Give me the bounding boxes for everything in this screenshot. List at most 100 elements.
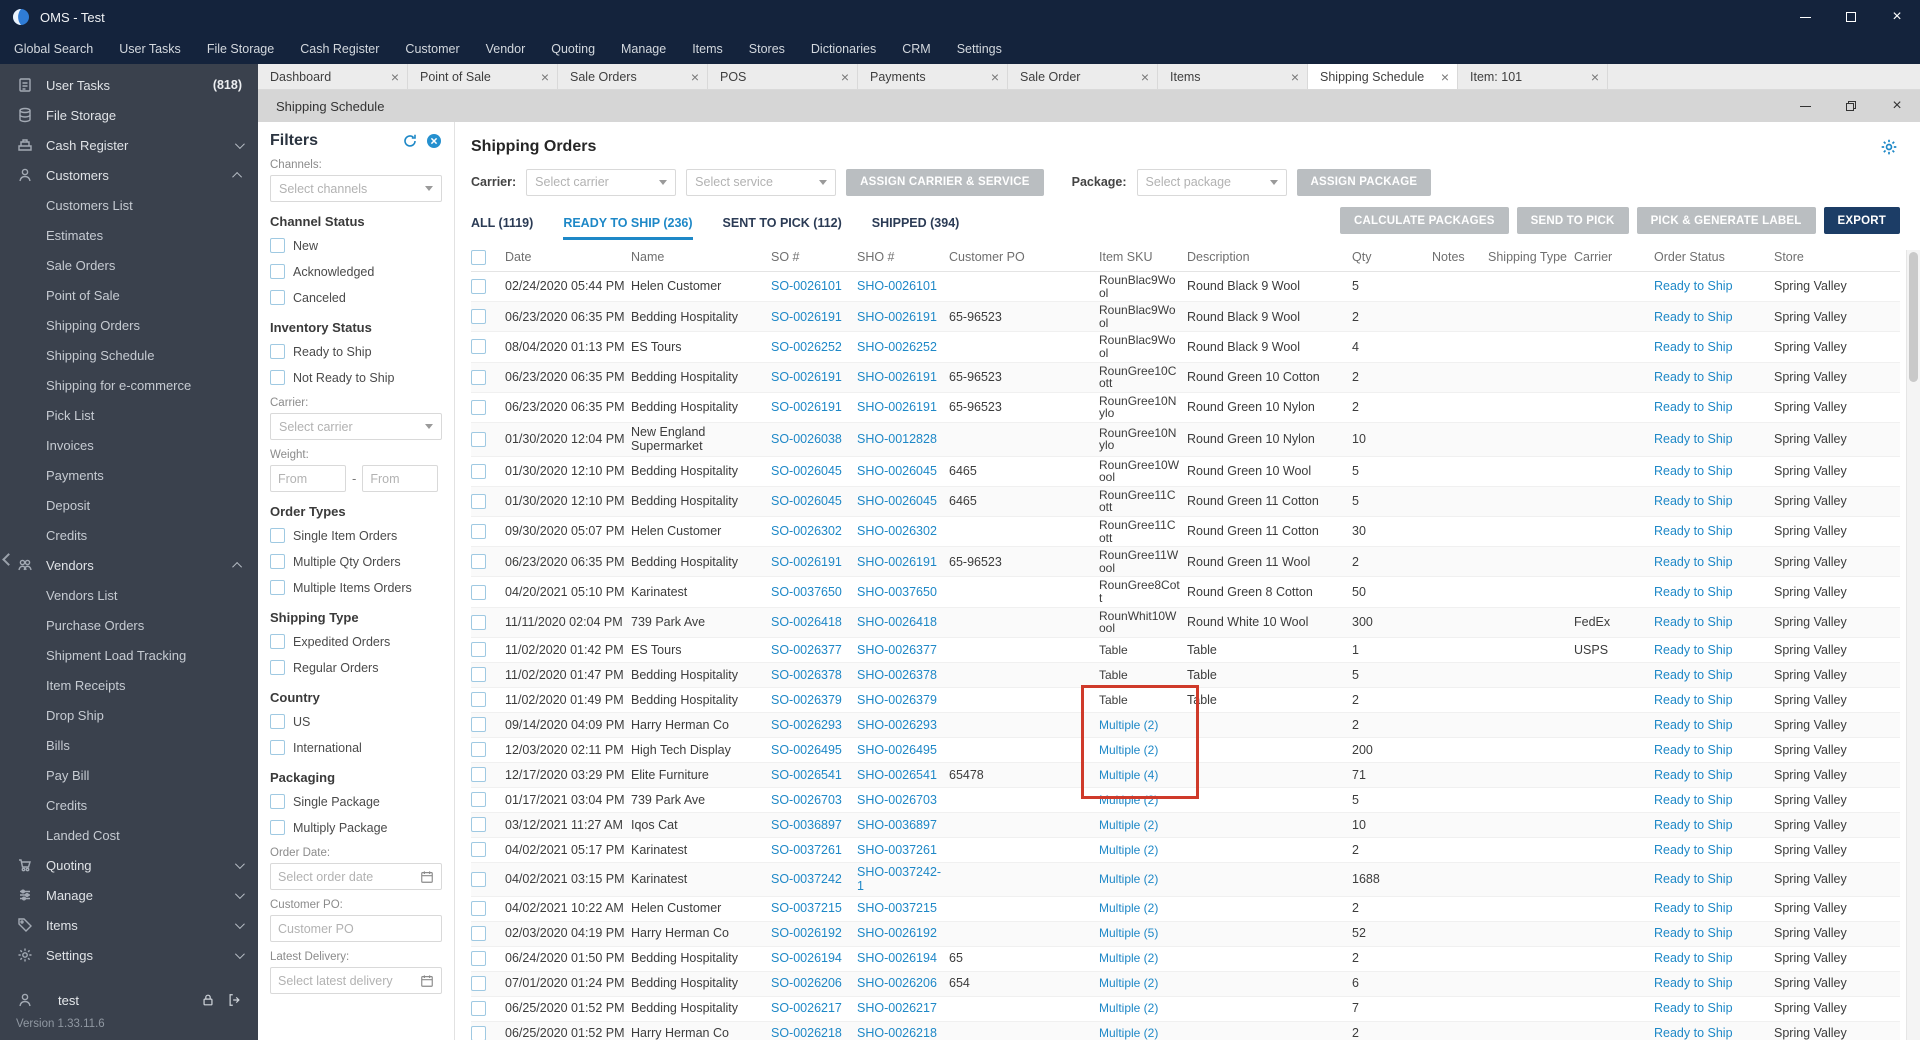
sidebar-item-vendors-list[interactable]: Vendors List (0, 580, 258, 610)
order-status-link[interactable]: Ready to Ship (1654, 494, 1733, 508)
row-checkbox[interactable] (471, 951, 486, 967)
status-tab-shipped-394[interactable]: SHIPPED (394) (872, 216, 960, 240)
filter-date-input-order-date[interactable] (270, 863, 442, 890)
sho-link[interactable]: SHO-0026191 (857, 555, 937, 569)
filter-checkbox-single-package[interactable]: Single Package (270, 791, 442, 812)
so-link[interactable]: SO-0026379 (771, 693, 842, 707)
sidebar-item-credits[interactable]: Credits (0, 520, 258, 550)
order-status-link[interactable]: Ready to Ship (1654, 585, 1733, 599)
refresh-icon[interactable] (402, 133, 418, 149)
order-status-link[interactable]: Ready to Ship (1654, 818, 1733, 832)
inner-minimize-icon[interactable] (1782, 90, 1828, 122)
service-select[interactable]: Select service (686, 168, 837, 196)
sho-link[interactable]: SHO-0026194 (857, 951, 937, 965)
row-checkbox[interactable] (471, 792, 486, 808)
sku-multiple-link[interactable]: Multiple (2) (1099, 1001, 1158, 1015)
scrollbar-thumb[interactable] (1909, 252, 1918, 382)
row-checkbox[interactable] (471, 717, 486, 733)
order-status-link[interactable]: Ready to Ship (1654, 793, 1733, 807)
sku-multiple-link[interactable]: Multiple (2) (1099, 951, 1158, 965)
sku-multiple-link[interactable]: Multiple (2) (1099, 718, 1158, 732)
order-status-link[interactable]: Ready to Ship (1654, 693, 1733, 707)
assign-carrier-service-button[interactable]: ASSIGN CARRIER & SERVICE (846, 168, 1044, 196)
sidebar-item-item-receipts[interactable]: Item Receipts (0, 670, 258, 700)
sho-link[interactable]: SHO-0026218 (857, 1026, 937, 1040)
so-link[interactable]: SO-0026101 (771, 279, 842, 293)
sho-link[interactable]: SHO-0026101 (857, 279, 937, 293)
close-icon[interactable]: × (1874, 0, 1920, 34)
filter-checkbox-not-ready-to-ship[interactable]: Not Ready to Ship (270, 367, 442, 388)
row-checkbox[interactable] (471, 976, 486, 992)
so-link[interactable]: SO-0037650 (771, 585, 842, 599)
checkbox-icon[interactable] (270, 714, 285, 729)
so-link[interactable]: SO-0026206 (771, 976, 842, 990)
sho-link[interactable]: SHO-0036897 (857, 818, 937, 832)
tab-sale-order[interactable]: Sale Order × (1008, 64, 1158, 89)
table-row[interactable]: 01/17/2021 03:04 PM 739 Park Ave SO-0026… (471, 788, 1900, 813)
table-row[interactable]: 12/03/2020 02:11 PM High Tech Display SO… (471, 738, 1900, 763)
table-row[interactable]: 11/02/2020 01:47 PM Bedding Hospitality … (471, 662, 1900, 688)
checkbox-icon[interactable] (270, 634, 285, 649)
column-header-store[interactable]: Store (1774, 248, 1900, 266)
sidebar-item-point-of-sale[interactable]: Point of Sale (0, 280, 258, 310)
checkbox-icon[interactable] (270, 344, 285, 359)
so-link[interactable]: SO-0026703 (771, 793, 842, 807)
menu-item-vendor[interactable]: Vendor (486, 42, 526, 56)
row-checkbox[interactable] (471, 667, 486, 683)
column-header-qty[interactable]: Qty (1352, 248, 1432, 266)
sho-link[interactable]: SHO-0026377 (857, 643, 937, 657)
so-link[interactable]: SO-0026194 (771, 951, 842, 965)
menu-item-file-storage[interactable]: File Storage (207, 42, 274, 56)
so-link[interactable]: SO-0026045 (771, 494, 842, 508)
filter-checkbox-expedited-orders[interactable]: Expedited Orders (270, 631, 442, 652)
sho-link[interactable]: SHO-0026252 (857, 340, 937, 354)
sidebar-item-deposit[interactable]: Deposit (0, 490, 258, 520)
table-row[interactable]: 08/04/2020 01:13 PM ES Tours SO-0026252 … (471, 332, 1900, 363)
sho-link[interactable]: SHO-0026541 (857, 768, 937, 782)
sho-link[interactable]: SHO-0026045 (857, 464, 937, 478)
sku-multiple-link[interactable]: Multiple (5) (1099, 926, 1158, 940)
sidebar-item-shipping-orders[interactable]: Shipping Orders (0, 310, 258, 340)
lock-icon[interactable] (201, 993, 215, 1007)
row-checkbox[interactable] (471, 524, 486, 540)
checkbox-icon[interactable] (270, 238, 285, 253)
table-row[interactable]: 01/30/2020 12:04 PM New England Supermar… (471, 422, 1900, 457)
so-link[interactable]: SO-0037261 (771, 843, 842, 857)
column-header-customer-po[interactable]: Customer PO (949, 248, 1099, 266)
weight-to-input[interactable] (362, 465, 439, 492)
send-to-pick-button[interactable]: SEND TO PICK (1516, 207, 1629, 234)
table-row[interactable]: 02/03/2020 04:19 PM Harry Herman Co SO-0… (471, 921, 1900, 947)
maximize-icon[interactable] (1828, 0, 1874, 34)
tab-point-of-sale[interactable]: Point of Sale × (408, 64, 558, 89)
so-link[interactable]: SO-0026217 (771, 1001, 842, 1015)
table-row[interactable]: 09/30/2020 05:07 PM Helen Customer SO-00… (471, 517, 1900, 548)
so-link[interactable]: SO-0026378 (771, 668, 842, 682)
so-link[interactable]: SO-0026192 (771, 926, 842, 940)
sho-link[interactable]: SHO-0026217 (857, 1001, 937, 1015)
sho-link[interactable]: SHO-0037242-1 (857, 865, 941, 893)
checkbox-icon[interactable] (270, 794, 285, 809)
order-status-link[interactable]: Ready to Ship (1654, 400, 1733, 414)
checkbox-icon[interactable] (270, 740, 285, 755)
row-checkbox[interactable] (471, 692, 486, 708)
order-status-link[interactable]: Ready to Ship (1654, 1026, 1733, 1040)
sidebar-item-estimates[interactable]: Estimates (0, 220, 258, 250)
sidebar-item-file-storage[interactable]: File Storage (0, 100, 258, 130)
row-checkbox[interactable] (471, 554, 486, 570)
sidebar-item-pay-bill[interactable]: Pay Bill (0, 760, 258, 790)
sho-link[interactable]: SHO-0026302 (857, 524, 937, 538)
tab-close-icon[interactable]: × (991, 69, 999, 85)
order-status-link[interactable]: Ready to Ship (1654, 951, 1733, 965)
tab-item-101[interactable]: Item: 101 × (1458, 64, 1608, 89)
tab-close-icon[interactable]: × (391, 69, 399, 85)
menu-item-dictionaries[interactable]: Dictionaries (811, 42, 876, 56)
package-select[interactable]: Select package (1136, 168, 1287, 196)
so-link[interactable]: SO-0036897 (771, 818, 842, 832)
sho-link[interactable]: SHO-0026293 (857, 718, 937, 732)
close-filters-icon[interactable] (426, 133, 442, 149)
row-checkbox[interactable] (471, 309, 486, 325)
order-status-link[interactable]: Ready to Ship (1654, 615, 1733, 629)
so-link[interactable]: SO-0026191 (771, 370, 842, 384)
order-status-link[interactable]: Ready to Ship (1654, 643, 1733, 657)
so-link[interactable]: SO-0026293 (771, 718, 842, 732)
